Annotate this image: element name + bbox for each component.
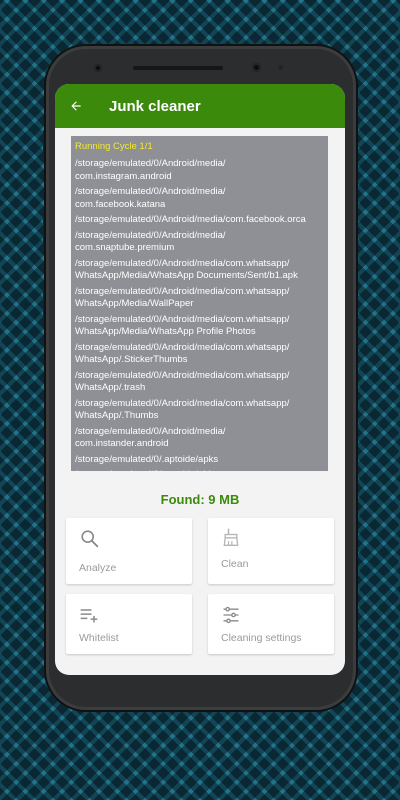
scan-log[interactable]: Running Cycle 1/1 /storage/emulated/0/An… — [71, 136, 328, 471]
app-screen: Junk cleaner Running Cycle 1/1 /storage/… — [55, 84, 345, 675]
log-line: /storage/emulated/0/Android/media/ com.i… — [75, 425, 226, 450]
log-line: /storage/emulated/0/Android/media/com.wh… — [75, 285, 290, 310]
page-title: Junk cleaner — [109, 97, 201, 115]
log-line: /storage/emulated/0/Android/media/com.wh… — [75, 341, 290, 366]
log-line: /storage/emulated/0/.aptoide/apks — [75, 453, 219, 465]
cycle-status: Running Cycle 1/1 — [75, 141, 153, 152]
log-line: /storage/emulated/0/Android/media/com.fa… — [75, 214, 306, 225]
cleaning-settings-button[interactable]: Cleaning settings — [208, 594, 334, 654]
sensor-icon — [278, 65, 283, 70]
back-button[interactable] — [59, 84, 93, 128]
analyze-label: Analyze — [79, 562, 117, 574]
whitelist-label: Whitelist — [79, 632, 119, 644]
log-line: /storage/emulated/0/Android/media/com.wh… — [75, 313, 290, 338]
log-line: /storage/emulated/0/Android/media/com.wh… — [75, 369, 290, 394]
log-line: /storage/emulated/0/.aptoide/obb — [75, 469, 325, 471]
phone-speaker — [133, 66, 223, 70]
app-bar: Junk cleaner — [55, 84, 345, 128]
tune-icon — [223, 606, 239, 624]
arrow-back-icon — [71, 101, 81, 111]
clean-label: Clean — [221, 558, 249, 570]
clean-button[interactable]: Clean — [208, 518, 334, 584]
whitelist-button[interactable]: Whitelist — [66, 594, 192, 654]
log-line: /storage/emulated/0/Android/media/com.wh… — [75, 257, 298, 282]
cleaning-settings-label: Cleaning settings — [221, 632, 302, 644]
camera-icon — [94, 64, 102, 72]
broom-icon — [223, 528, 239, 546]
log-line: /storage/emulated/0/Android/media/ com.i… — [75, 158, 226, 182]
log-lines: /storage/emulated/0/Android/media/ com.i… — [75, 158, 325, 471]
found-size: Found: 9 MB — [160, 492, 240, 507]
playlist-add-icon — [80, 609, 98, 623]
log-line: /storage/emulated/0/Android/media/com.wh… — [75, 397, 290, 422]
search-icon — [81, 530, 99, 548]
log-line: /storage/emulated/0/Android/media/ com.s… — [75, 229, 226, 254]
log-line: /storage/emulated/0/Android/media/ com.f… — [75, 186, 226, 210]
camera-icon — [252, 63, 261, 72]
analyze-button[interactable]: Analyze — [66, 518, 192, 584]
